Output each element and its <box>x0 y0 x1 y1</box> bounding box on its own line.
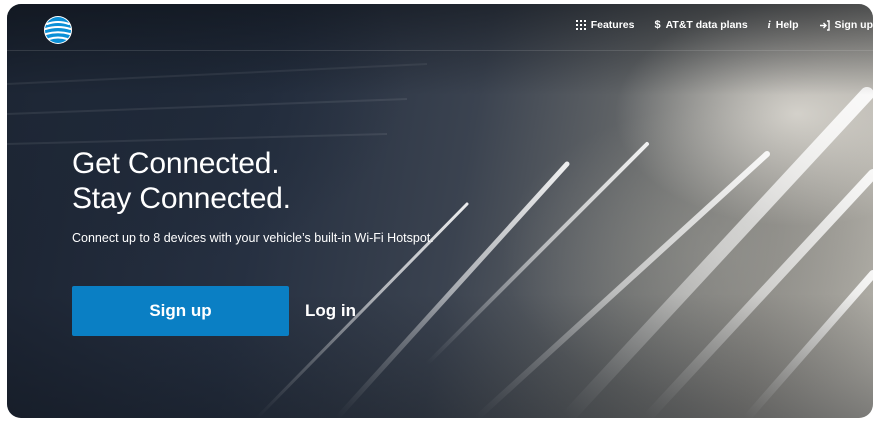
nav-data-plans-label: AT&T data plans <box>665 19 748 31</box>
info-icon: i <box>767 19 771 31</box>
hero-title-line-2: Stay Connected. <box>72 182 291 215</box>
log-in-link[interactable]: Log in <box>305 301 356 321</box>
att-globe-icon[interactable] <box>43 15 73 45</box>
hero-title: Get Connected. Stay Connected. <box>72 146 291 216</box>
grid-icon <box>575 20 586 30</box>
nav-data-plans[interactable]: $ AT&T data plans <box>654 19 747 31</box>
hero-title-line-1: Get Connected. <box>72 147 280 180</box>
dollar-icon: $ <box>654 19 661 31</box>
nav-sign-up-label: Sign up <box>834 19 874 31</box>
nav-features-label: Features <box>590 19 635 31</box>
hero-subtitle: Connect up to 8 devices with your vehicl… <box>72 231 434 245</box>
top-nav: Features $ AT&T data plans i Help Sign u… <box>556 19 873 31</box>
sign-in-icon <box>819 19 830 31</box>
nav-sign-up[interactable]: Sign up <box>819 19 874 31</box>
nav-help[interactable]: i Help <box>768 19 799 31</box>
nav-features[interactable]: Features <box>575 19 635 31</box>
sign-up-button[interactable]: Sign up <box>72 286 289 336</box>
nav-help-label: Help <box>775 19 799 31</box>
top-header: Features $ AT&T data plans i Help Sign u… <box>7 4 873 51</box>
page-frame: Features $ AT&T data plans i Help Sign u… <box>7 4 873 418</box>
